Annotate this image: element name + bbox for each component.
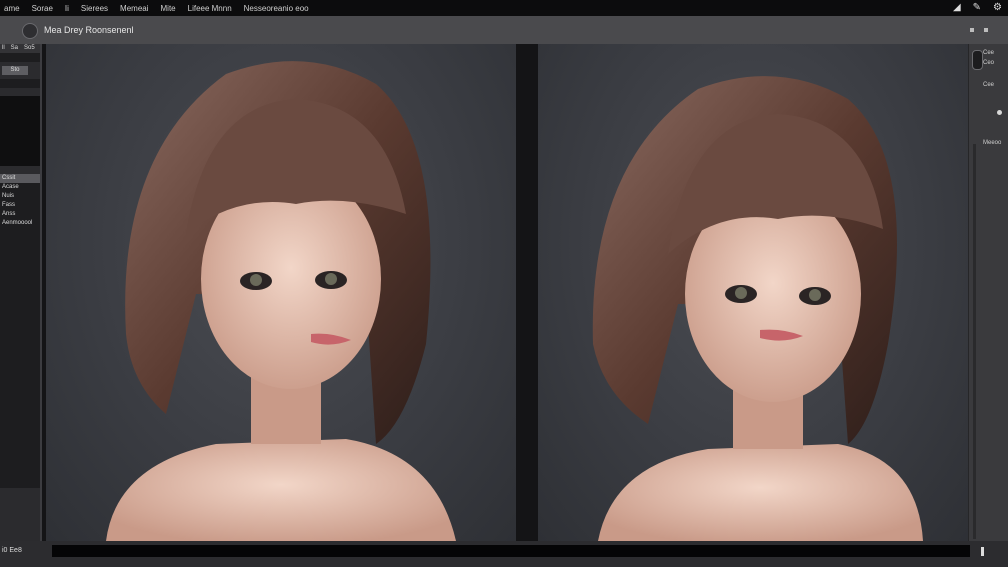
panel-tab[interactable]: Sa [11, 44, 18, 53]
list-item[interactable]: Aenmooool [0, 219, 40, 228]
panel-field[interactable] [0, 79, 40, 88]
sync-icon[interactable]: ✎ [973, 2, 981, 13]
portrait-image-original [106, 61, 456, 541]
zoom-level[interactable]: i0 Ee8 [2, 547, 22, 554]
canvas-area[interactable] [42, 44, 968, 541]
list-item[interactable]: Cssit [0, 174, 40, 183]
list-item[interactable]: Anss [0, 210, 40, 219]
tool-button[interactable] [22, 23, 38, 39]
portrait-image-result [592, 76, 923, 541]
timeline-end-marker[interactable] [981, 547, 984, 556]
panel-tabs: ll Sa So5 [0, 44, 40, 53]
left-viewport[interactable] [46, 44, 516, 541]
preview-pane [0, 96, 40, 166]
menu-item[interactable]: Sierees [81, 4, 108, 13]
panel-tab[interactable]: So5 [24, 44, 35, 53]
panel-tab[interactable]: ll [2, 44, 5, 53]
window-control[interactable] [984, 28, 988, 32]
document-title: Mea Drey Roonsenenl [44, 25, 134, 35]
menu-item[interactable]: Sorae [32, 4, 53, 13]
system-tray: ◢ ✎ ⚙ [953, 2, 1002, 13]
list-item[interactable]: Nuis [0, 192, 40, 201]
menu-item[interactable]: ame [4, 4, 20, 13]
settings-icon[interactable]: ⚙ [993, 2, 1002, 13]
status-bar: i0 Ee8 [0, 541, 1008, 567]
scrollbar[interactable] [973, 144, 976, 539]
timeline-track[interactable] [52, 545, 970, 557]
window-control[interactable] [970, 28, 974, 32]
menu-list: ame Sorae Ii Sierees Memeai Mite Lifeee … [0, 4, 309, 13]
wifi-icon[interactable]: ◢ [953, 2, 961, 13]
panel-field[interactable] [0, 53, 40, 62]
menu-item[interactable]: Lifeee Mnnn [188, 4, 232, 13]
menu-bar: ame Sorae Ii Sierees Memeai Mite Lifeee … [0, 0, 1008, 16]
toolbar: Mea Drey Roonsenenl [0, 16, 1008, 45]
scroll-slot[interactable] [972, 50, 983, 70]
right-viewport[interactable] [538, 44, 968, 541]
panel-label: Cee [983, 82, 995, 88]
menu-item[interactable]: Ii [65, 4, 69, 13]
menu-item[interactable]: Mite [161, 4, 176, 13]
list-item[interactable]: Acase [0, 183, 40, 192]
slider-knob[interactable] [997, 110, 1002, 115]
left-panel: ll Sa So5 Sto Cssit Acase Nuis Fass Anss… [0, 44, 42, 541]
menu-item[interactable]: Nesseoreanio eoo [244, 4, 309, 13]
menu-item[interactable]: Memeai [120, 4, 148, 13]
panel-button[interactable]: Sto [2, 66, 28, 75]
panel-empty-area [0, 228, 40, 488]
right-panel: Cee Ceo Cee Meeoo [968, 44, 1008, 541]
list-item[interactable]: Fass [0, 201, 40, 210]
